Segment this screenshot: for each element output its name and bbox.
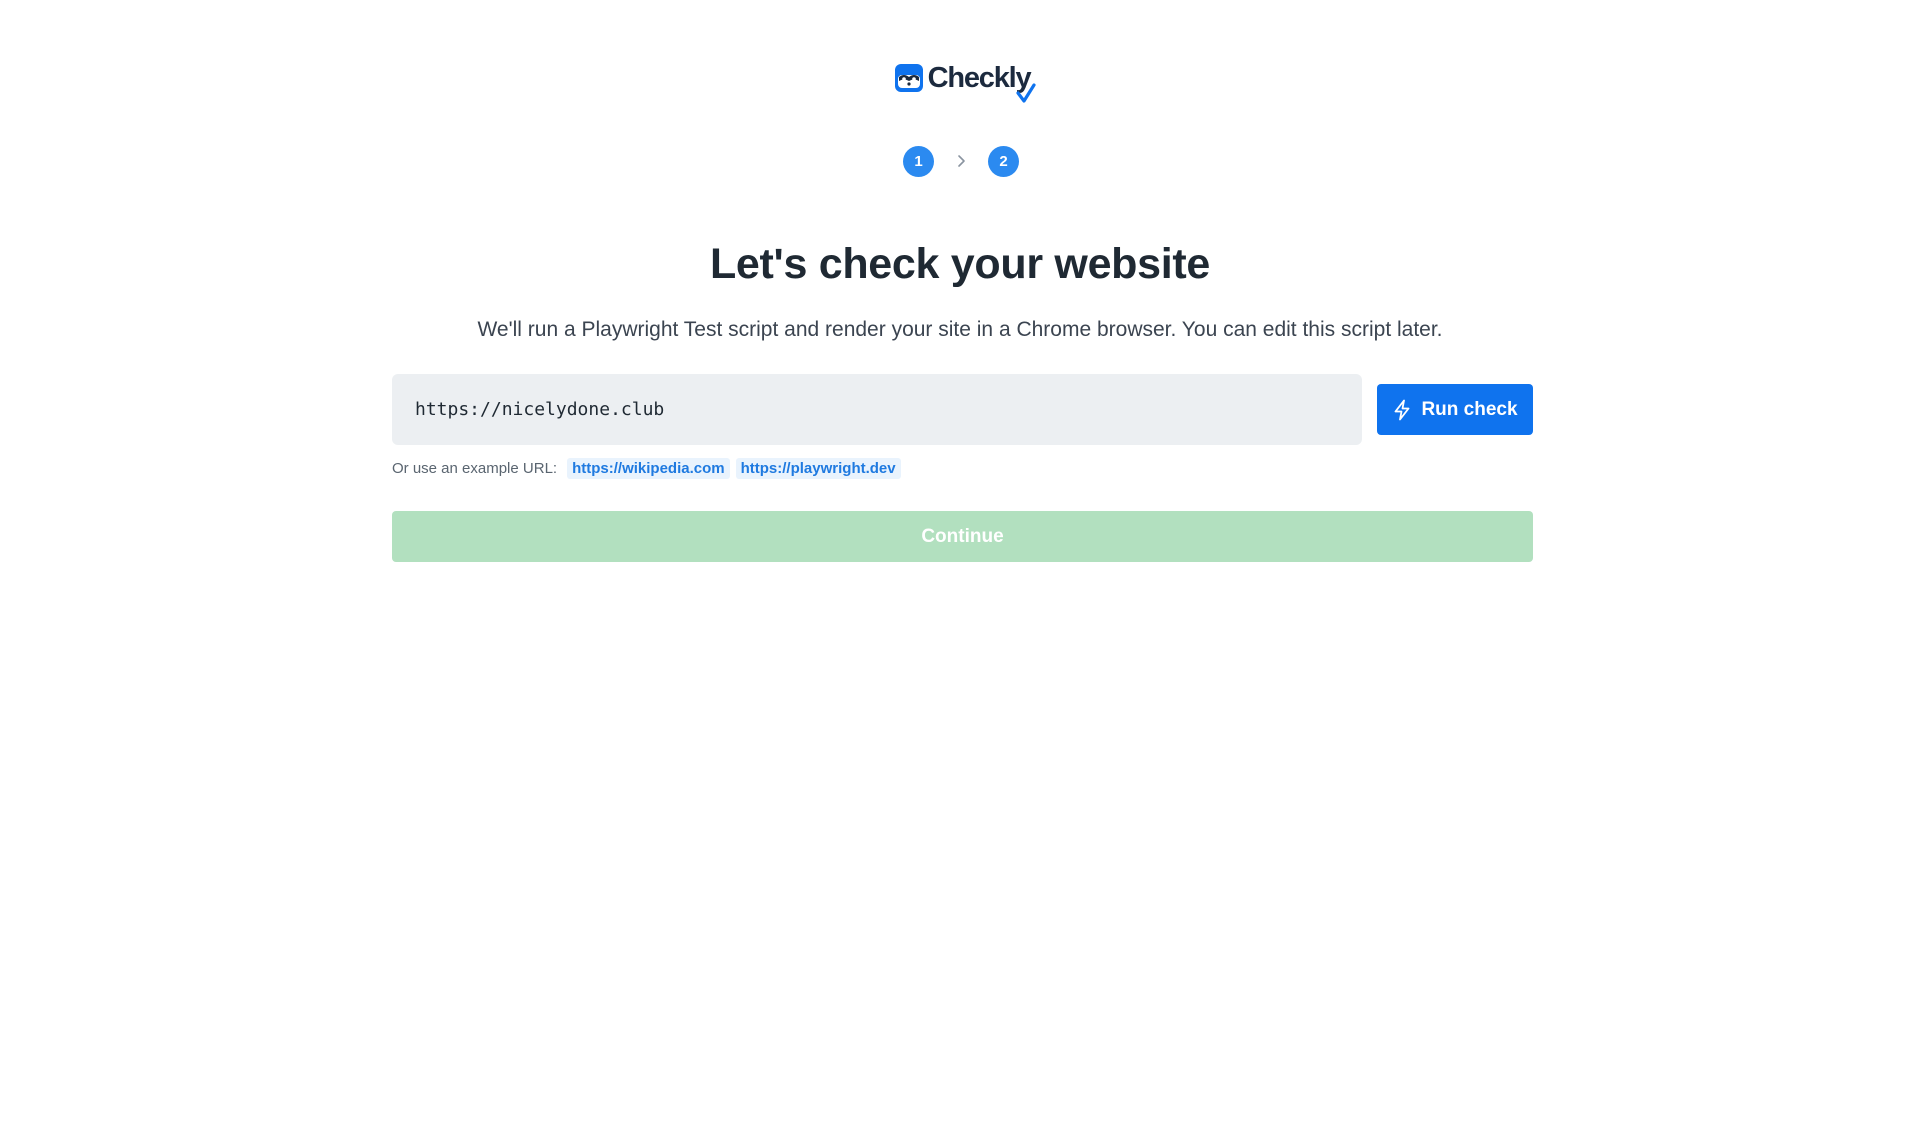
app-logo: Checkly	[0, 58, 1920, 103]
continue-label: Continue	[921, 525, 1004, 547]
step-1-number: 1	[914, 152, 923, 170]
run-check-label: Run check	[1421, 398, 1518, 420]
logo-checkmark-icon	[1016, 82, 1037, 103]
example-urls: Or use an example URL: https://wikipedia…	[392, 456, 907, 480]
website-url-input[interactable]	[392, 374, 1362, 445]
example-url-wikipedia[interactable]: https://wikipedia.com	[567, 457, 730, 479]
example-urls-label: Or use an example URL:	[392, 459, 558, 477]
step-2: 2	[988, 145, 1019, 177]
logo-wordmark: Checkly	[927, 61, 1037, 103]
page-subtitle: We'll run a Playwright Test script and r…	[477, 318, 1443, 341]
logo-group: Checkly	[894, 61, 1037, 103]
checkly-raccoon-logo-icon	[894, 64, 923, 92]
step-indicator-inner: 1 2	[903, 145, 1019, 177]
step-2-number: 2	[999, 152, 1008, 170]
step-1: 1	[903, 145, 934, 177]
chevron-right-icon	[934, 146, 988, 177]
logo-text: Checkly	[927, 61, 1032, 94]
continue-button[interactable]: Continue	[392, 511, 1533, 562]
page-title: Let's check your website	[709, 240, 1211, 288]
run-check-button[interactable]: Run check	[1377, 384, 1533, 435]
step-indicator: 1 2	[0, 145, 1920, 177]
lightning-bolt-icon	[1395, 399, 1410, 420]
example-url-playwright[interactable]: https://playwright.dev	[735, 457, 901, 479]
